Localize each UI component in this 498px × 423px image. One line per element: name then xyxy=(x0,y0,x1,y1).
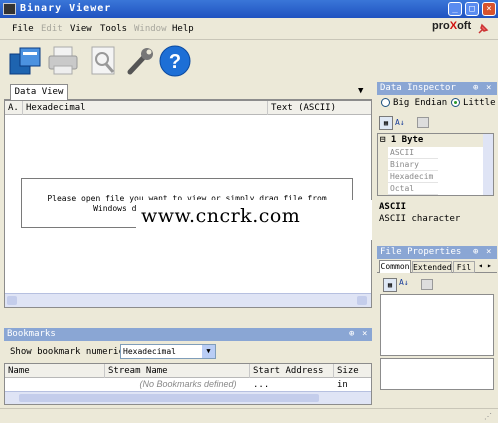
inspector-row-ascii[interactable]: ASCII xyxy=(388,147,438,159)
menu-bar: File Edit View Tools Window Help xyxy=(0,18,498,40)
numerics-select[interactable]: Hexadecimal ▼ xyxy=(120,344,216,359)
inspector-grid: ⊟ 1 Byte ASCII Binary Hexadecim Octal xyxy=(377,133,494,196)
tab-data-view[interactable]: Data View xyxy=(10,84,68,100)
resize-grip-icon[interactable]: ⋰ xyxy=(484,412,492,421)
endian-options: Big Endian Little E xyxy=(377,95,498,111)
data-view-tabstrip: Data View ▼ xyxy=(4,84,372,100)
bookmarks-pin-icon[interactable]: ⊕ xyxy=(349,328,354,341)
no-bookmarks-message: (No Bookmarks defined) xyxy=(139,379,237,389)
status-bar: ⋰ xyxy=(0,408,498,423)
column-start-address[interactable]: Start Address ... xyxy=(250,364,334,390)
big-endian-label: Big Endian xyxy=(393,98,448,108)
title-bar: Binary Viewer xyxy=(0,0,498,18)
data-inspector-header: Data Inspector ⊕ × xyxy=(377,82,497,95)
categorized-icon[interactable]: ▦ xyxy=(379,116,393,130)
help-icon[interactable]: ? xyxy=(158,44,194,78)
big-endian-radio[interactable] xyxy=(381,98,390,107)
column-size[interactable]: Size in xyxy=(334,364,371,390)
open-file-icon[interactable] xyxy=(8,44,44,78)
inspector-row-octal[interactable]: Octal xyxy=(388,183,438,195)
properties-pages-icon[interactable] xyxy=(421,279,433,290)
menu-edit[interactable]: Edit xyxy=(41,24,63,34)
file-properties-tabs: Common Extended Fil ◂ ▸ xyxy=(377,259,497,273)
data-view-hscrollbar[interactable] xyxy=(5,293,371,307)
property-pages-icon[interactable] xyxy=(417,117,429,128)
little-endian-label: Little E xyxy=(463,98,498,108)
inspector-toolbar: ▦ A↓ xyxy=(377,114,497,132)
file-properties-header: File Properties ⊕ × xyxy=(377,246,497,259)
description-title: ASCII xyxy=(379,202,407,212)
inspector-close-icon[interactable]: × xyxy=(486,82,491,95)
bookmarks-hscrollbar[interactable] xyxy=(5,391,371,404)
description-text: ASCII character xyxy=(379,214,461,224)
bookmarks-header-row: Name Stream Name Start Address ... Size … xyxy=(5,364,371,390)
inspector-row-binary[interactable]: Binary xyxy=(388,159,438,171)
properties-sort-az-icon[interactable]: A↓ xyxy=(399,278,409,287)
tab-scroll-right-icon[interactable]: ▸ xyxy=(487,261,492,270)
properties-description xyxy=(380,358,494,390)
inspector-description: ASCII ASCII character xyxy=(377,198,497,242)
scroll-right-button[interactable] xyxy=(357,296,367,305)
properties-grid xyxy=(380,294,494,356)
minimize-button[interactable]: _ xyxy=(448,2,462,16)
column-stream-name[interactable]: Stream Name xyxy=(105,364,250,378)
data-inspector-title: Data Inspector xyxy=(380,83,456,93)
brand-logo: proXoft xyxy=(432,20,472,32)
properties-toolbar: ▦ A↓ xyxy=(377,274,497,294)
file-properties-title: File Properties xyxy=(380,247,462,257)
column-name[interactable]: Name xyxy=(5,364,105,378)
print-icon[interactable] xyxy=(46,44,82,78)
tab-scroll-left-icon[interactable]: ◂ xyxy=(478,261,483,270)
little-endian-radio[interactable] xyxy=(451,98,460,107)
scroll-left-button[interactable] xyxy=(7,296,17,305)
select-chevron-down-icon[interactable]: ▼ xyxy=(202,345,215,358)
preview-icon[interactable] xyxy=(86,44,122,78)
column-text-ascii[interactable]: Text (ASCII) xyxy=(268,101,371,115)
app-icon xyxy=(3,3,16,15)
watermark: www.cncrk.com xyxy=(141,205,301,227)
chevron-down-icon[interactable]: ▼ xyxy=(358,86,363,96)
inspector-vscrollbar[interactable] xyxy=(483,134,493,195)
menu-view[interactable]: View xyxy=(70,24,92,34)
pin-icon[interactable] xyxy=(476,22,490,36)
bookmarks-title: Bookmarks xyxy=(7,329,56,339)
bookmarks-table: Name Stream Name Start Address ... Size … xyxy=(4,363,372,405)
menu-window[interactable]: Window xyxy=(134,24,167,34)
properties-pin-icon[interactable]: ⊕ xyxy=(473,246,478,259)
inspector-pin-icon[interactable]: ⊕ xyxy=(473,82,478,95)
bookmarks-header: Bookmarks ⊕ × xyxy=(4,328,372,341)
menu-file[interactable]: File xyxy=(12,24,34,34)
tab-common[interactable]: Common xyxy=(379,260,411,273)
inspector-row-hexadecimal[interactable]: Hexadecim xyxy=(388,171,438,183)
column-address[interactable]: A. xyxy=(5,101,23,115)
toolbar: ? xyxy=(0,40,498,82)
svg-text:?: ? xyxy=(169,51,181,73)
tab-extended[interactable]: Extended xyxy=(412,261,452,273)
bookmarks-toolbar: Show bookmark numerics as Hexadecimal ▼ xyxy=(4,341,372,363)
wrench-icon[interactable] xyxy=(122,44,158,78)
tab-file[interactable]: Fil xyxy=(453,261,475,273)
data-view-header: A. Hexadecimal Text (ASCII) xyxy=(5,101,371,115)
maximize-button[interactable]: □ xyxy=(465,2,479,16)
window-title: Binary Viewer xyxy=(20,3,112,14)
bookmarks-scroll-thumb[interactable] xyxy=(19,394,319,402)
column-hexadecimal[interactable]: Hexadecimal xyxy=(23,101,268,115)
properties-categorized-icon[interactable]: ▦ xyxy=(383,278,397,292)
menu-help[interactable]: Help xyxy=(172,24,194,34)
bookmarks-close-icon[interactable]: × xyxy=(362,328,367,341)
properties-close-icon[interactable]: × xyxy=(486,246,491,259)
menu-tools[interactable]: Tools xyxy=(100,24,127,34)
sort-az-icon[interactable]: A↓ xyxy=(395,116,409,130)
close-button[interactable]: × xyxy=(482,2,496,16)
group-1-byte[interactable]: ⊟ 1 Byte xyxy=(378,134,493,147)
